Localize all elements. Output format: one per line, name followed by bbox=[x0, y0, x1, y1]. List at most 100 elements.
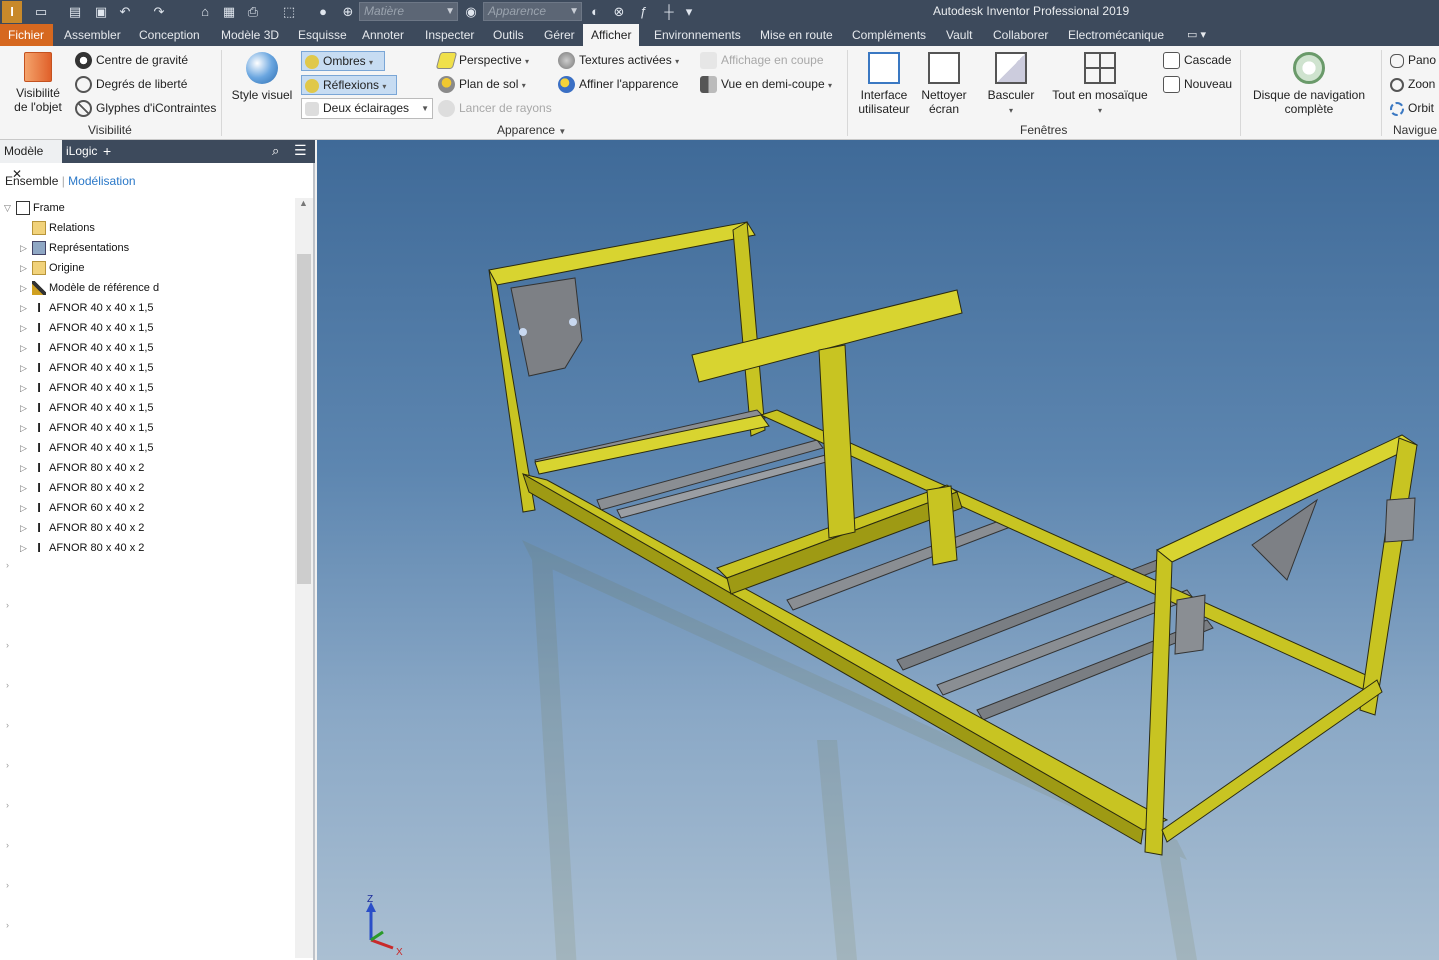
switch-window-button[interactable]: Basculer ▾ bbox=[983, 52, 1039, 118]
new-file-icon[interactable]: ▭ bbox=[32, 3, 50, 21]
undo-icon[interactable]: ↶ bbox=[116, 3, 134, 21]
tab-annotate[interactable]: Annoter bbox=[354, 24, 412, 46]
update-icon[interactable]: ⊕ bbox=[339, 3, 357, 21]
cascade-button[interactable]: Cascade bbox=[1163, 52, 1231, 70]
parameters-fx-icon[interactable]: ƒ bbox=[634, 3, 652, 21]
tab-inspect[interactable]: Inspecter bbox=[417, 24, 482, 46]
tab-manage[interactable]: Gérer bbox=[536, 24, 583, 46]
collapse-icon[interactable]: ▽ bbox=[4, 198, 16, 218]
tab-get-started[interactable]: Mise en route bbox=[752, 24, 841, 46]
expand-icon[interactable]: ▷ bbox=[20, 398, 32, 418]
object-visibility-button[interactable]: Visibilité de l'objet bbox=[8, 52, 68, 114]
tile-all-button[interactable]: Tout en mosaïque ▾ bbox=[1049, 52, 1151, 118]
tree-node[interactable]: ▷ I AFNOR 40 x 40 x 1,5 bbox=[20, 378, 154, 398]
zoom-button[interactable]: Zoon bbox=[1390, 76, 1435, 92]
tab-view[interactable]: Afficher bbox=[583, 24, 640, 46]
center-of-gravity-button[interactable]: Centre de gravité bbox=[75, 52, 188, 70]
material-combo[interactable]: Matière ▼ bbox=[359, 2, 458, 21]
scroll-up-icon[interactable]: ▲ bbox=[299, 198, 308, 208]
tab-file[interactable]: Fichier bbox=[0, 24, 53, 46]
inventor-logo-icon[interactable]: I bbox=[2, 1, 22, 23]
shadows-button[interactable]: Ombres ▾ bbox=[301, 51, 385, 71]
mode-modeling[interactable]: Modélisation bbox=[68, 174, 135, 188]
tab-sketch[interactable]: Esquisse bbox=[290, 24, 355, 46]
expand-icon[interactable]: ▷ bbox=[20, 478, 32, 498]
expand-icon[interactable]: ▷ bbox=[20, 538, 32, 558]
tree-node[interactable]: ▷ I AFNOR 40 x 40 x 1,5 bbox=[20, 358, 154, 378]
perspective-button[interactable]: Perspective ▾ bbox=[435, 52, 529, 70]
refine-appearance-button[interactable]: Affiner l'apparence bbox=[558, 76, 678, 94]
visual-style-button[interactable]: Style visuel bbox=[229, 52, 295, 102]
view-triad[interactable]: Z X bbox=[366, 894, 403, 958]
expand-icon[interactable]: ▷ bbox=[20, 358, 32, 378]
search-icon[interactable]: ⌕ bbox=[272, 143, 279, 159]
tab-ilogic[interactable]: iLogic bbox=[66, 140, 97, 163]
expand-icon[interactable]: ▷ bbox=[20, 518, 32, 538]
color-override-icon[interactable]: ● bbox=[314, 3, 332, 21]
tab-assemble[interactable]: Assembler bbox=[56, 24, 129, 46]
scrollbar-thumb[interactable] bbox=[297, 254, 311, 584]
tab-collaborate[interactable]: Collaborer bbox=[985, 24, 1056, 46]
textures-button[interactable]: Textures activées ▾ bbox=[558, 52, 679, 70]
frame-model-render[interactable]: Z X bbox=[317, 140, 1439, 960]
tree-node-root[interactable]: ▽ Frame bbox=[4, 198, 65, 218]
expand-icon[interactable]: ▷ bbox=[20, 418, 32, 438]
clean-screen-button[interactable]: Nettoyer écran bbox=[916, 52, 972, 116]
tree-node[interactable]: ▷ Origine bbox=[20, 258, 84, 278]
expand-icon[interactable]: ▷ bbox=[20, 278, 32, 298]
expand-icon[interactable]: ▷ bbox=[20, 378, 32, 398]
expand-icon[interactable]: ▷ bbox=[20, 498, 32, 518]
tab-design[interactable]: Conception bbox=[131, 24, 208, 46]
tree-node[interactable]: ▷ I AFNOR 40 x 40 x 1,5 bbox=[20, 338, 154, 358]
pan-button[interactable]: Pano bbox=[1390, 52, 1436, 68]
graphics-viewport[interactable]: Z X bbox=[317, 140, 1439, 960]
expand-icon[interactable]: ▷ bbox=[20, 238, 32, 258]
user-interface-button[interactable]: Interface utilisateur bbox=[854, 52, 914, 116]
tree-node[interactable]: ▷ Représentations bbox=[20, 238, 129, 258]
tree-node[interactable]: ▷ I AFNOR 80 x 40 x 2 bbox=[20, 538, 144, 558]
full-navigation-wheel-button[interactable]: Disque de navigation complète bbox=[1248, 52, 1370, 116]
tree-node[interactable]: ▷ I AFNOR 40 x 40 x 1,5 bbox=[20, 438, 154, 458]
tree-node[interactable]: ▷ I AFNOR 80 x 40 x 2 bbox=[20, 458, 144, 478]
expand-icon[interactable]: ▷ bbox=[20, 298, 32, 318]
tree-node[interactable]: ▷ I AFNOR 40 x 40 x 1,5 bbox=[20, 318, 154, 338]
properties-icon[interactable]: ▦ bbox=[220, 3, 238, 21]
add-tab-icon[interactable]: + bbox=[103, 143, 111, 159]
expand-icon[interactable]: ▷ bbox=[20, 458, 32, 478]
mode-assembly[interactable]: Ensemble bbox=[5, 174, 58, 188]
tab-model[interactable]: Modèle ✕ bbox=[0, 140, 62, 181]
select-icon[interactable]: ⬚ bbox=[280, 3, 298, 21]
redo-icon[interactable]: ↷ bbox=[150, 3, 168, 21]
ribbon-minimize-icon[interactable]: ▭ ▾ bbox=[1187, 28, 1221, 42]
open-file-icon[interactable]: ▤ bbox=[66, 3, 84, 21]
tree-node[interactable]: ▷ I AFNOR 60 x 40 x 2 bbox=[20, 498, 144, 518]
expand-icon[interactable]: ▷ bbox=[20, 318, 32, 338]
tab-environments[interactable]: Environnements bbox=[646, 24, 749, 46]
appearance-combo[interactable]: Apparence ▼ bbox=[483, 2, 582, 21]
adjust-appearance-icon[interactable]: ◐ bbox=[586, 3, 604, 21]
tree-node[interactable]: ▷ I AFNOR 80 x 40 x 2 bbox=[20, 518, 144, 538]
tree-node[interactable]: ▷ I AFNOR 80 x 40 x 2 bbox=[20, 478, 144, 498]
tab-tools[interactable]: Outils bbox=[485, 24, 532, 46]
half-section-button[interactable]: Vue en demi-coupe ▾ bbox=[700, 76, 832, 94]
expand-icon[interactable]: ▷ bbox=[20, 438, 32, 458]
tree-node[interactable]: ▷ Modèle de référence d bbox=[20, 278, 159, 298]
expand-icon[interactable]: ▷ bbox=[20, 338, 32, 358]
expand-icon[interactable]: ▷ bbox=[20, 258, 32, 278]
appearance-panel-label[interactable]: Apparence ▼ bbox=[497, 123, 566, 137]
print-icon[interactable]: ⎙ bbox=[244, 3, 262, 21]
tab-add-ins[interactable]: Compléments bbox=[844, 24, 934, 46]
measure-icon[interactable]: ┼ bbox=[660, 3, 678, 21]
ground-plane-button[interactable]: Plan de sol ▾ bbox=[438, 76, 526, 94]
new-window-button[interactable]: Nouveau bbox=[1163, 76, 1232, 94]
tab-vault[interactable]: Vault bbox=[938, 24, 980, 46]
tree-node[interactable]: ▷ I AFNOR 40 x 40 x 1,5 bbox=[20, 418, 154, 438]
menu-icon[interactable]: ☰ bbox=[294, 142, 307, 159]
ray-tracing-button[interactable]: Lancer de rayons bbox=[438, 100, 552, 118]
lighting-style-select[interactable]: Deux éclairages ▼ bbox=[301, 98, 433, 119]
customize-dropdown-icon[interactable]: ▾ bbox=[680, 3, 698, 21]
save-icon[interactable]: ▣ bbox=[92, 3, 110, 21]
tree-node[interactable]: ▷ I AFNOR 40 x 40 x 1,5 bbox=[20, 298, 154, 318]
degrees-of-freedom-button[interactable]: Degrés de liberté bbox=[75, 76, 187, 94]
tab-3d-model[interactable]: Modèle 3D bbox=[213, 24, 287, 46]
